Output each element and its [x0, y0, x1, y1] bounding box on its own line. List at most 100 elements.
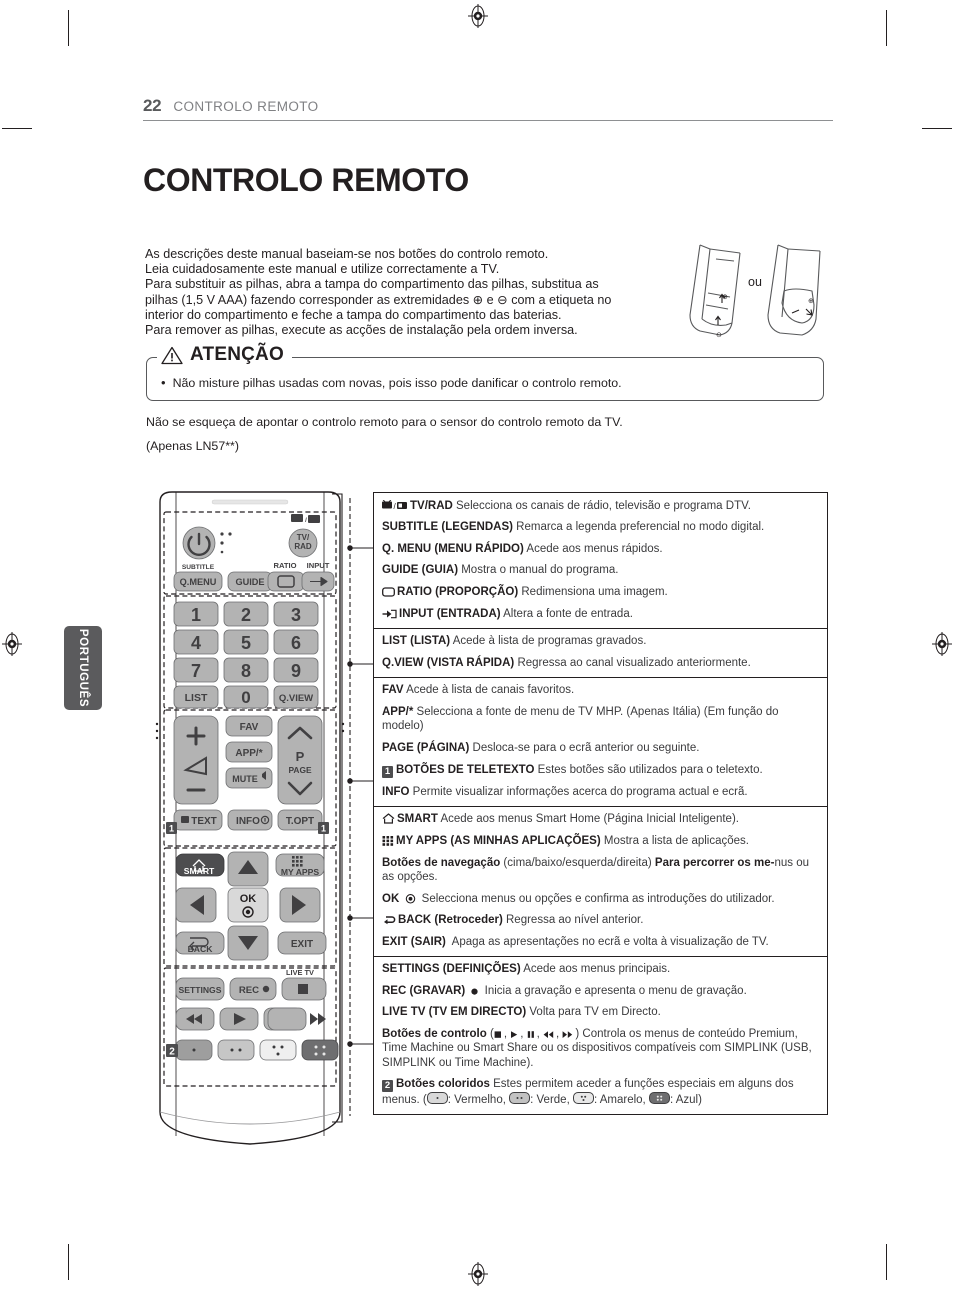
caution-legend: ATENÇÃO — [157, 342, 292, 368]
desc-row-exit: EXIT (SAIR) Apaga as apresentações no ec… — [382, 935, 769, 948]
fast-forward-icon — [562, 1030, 573, 1039]
grid-icon — [382, 835, 394, 846]
callout-connectors — [330, 488, 376, 1128]
svg-text:1: 1 — [321, 824, 326, 834]
desc-row-page: PAGE (PÁGINA) Desloca-se para o ecrã ant… — [382, 741, 700, 754]
caution-text: Não misture pilhas usadas com novas, poi… — [172, 376, 622, 390]
desc-row-input: INPUT (ENTRADA) Altera a fonte de entrad… — [374, 603, 827, 625]
crop-mark-top-left — [68, 10, 69, 46]
svg-text:Q.VIEW: Q.VIEW — [279, 693, 313, 704]
input-icon — [382, 609, 397, 619]
battery-or-label: ou — [748, 275, 762, 289]
language-tab-label: PORTUGUÊS — [77, 628, 89, 708]
running-head-title: CONTROLO REMOTO — [173, 99, 319, 114]
tv-radio-icon: / — [382, 499, 408, 511]
intro-line-5: interior do compartimento e feche a tamp… — [145, 307, 562, 322]
page-header: 22 CONTROLO REMOTO — [143, 96, 833, 121]
svg-text:SMART: SMART — [184, 866, 215, 876]
desc-row-ratio: RATIO (PROPORÇÃO) Redimensiona uma image… — [374, 581, 827, 603]
desc-section-2: LIST (LISTA) Acede à lista de programas … — [374, 629, 827, 678]
svg-text:1: 1 — [169, 824, 174, 834]
rewind-icon — [543, 1030, 554, 1039]
svg-text:2: 2 — [169, 1047, 175, 1058]
desc-section-1: / TV/RAD Selecciona os canais de rádio, … — [374, 493, 827, 629]
svg-text:T.OPT: T.OPT — [286, 816, 314, 827]
svg-text:⊕: ⊕ — [808, 298, 814, 305]
intro-line-1: As descrições deste manual baseiam-se no… — [145, 247, 549, 261]
svg-text:RATIO: RATIO — [273, 561, 296, 570]
svg-text:INPUT: INPUT — [307, 561, 330, 570]
intro-line-4: pilhas (1,5 V AAA) fazendo corresponder … — [145, 292, 612, 307]
record-dot-icon — [470, 986, 479, 996]
crop-mark-bottom-left — [68, 1244, 69, 1280]
crop-mark-right-upper — [922, 128, 952, 129]
pause-icon — [527, 1030, 535, 1039]
svg-text:BACK: BACK — [188, 944, 214, 954]
desc-row-colored-buttons: 2 Botões coloridos Estes permitem aceder … — [382, 1078, 794, 1107]
svg-text:/: / — [394, 502, 397, 511]
svg-text:GUIDE: GUIDE — [235, 577, 264, 587]
desc-section-5: SETTINGS (DEFINIÇÕES) Acede aos menus pr… — [374, 957, 827, 1115]
svg-text:P: P — [296, 749, 305, 764]
desc-row-settings: SETTINGS (DEFINIÇÕES) Acede aos menus pr… — [382, 963, 671, 976]
svg-text:TV/: TV/ — [297, 533, 310, 542]
desc-row-rec: REC (GRAVAR) Inicia a gravação e apresen… — [382, 984, 747, 997]
desc-row-q-menu: Q. MENU (MENU RÁPIDO) Acede aos menus rá… — [382, 542, 663, 555]
button-description-table: / TV/RAD Selecciona os canais de rádio, … — [373, 492, 828, 1116]
svg-text:8: 8 — [241, 661, 251, 681]
desc-row-subtitle: SUBTITLE (LEGENDAS) Remarca a legenda pr… — [382, 521, 765, 534]
svg-text:2: 2 — [241, 605, 251, 625]
desc-row-navigation: Botões de navegação (cima/baixo/esquerda… — [382, 856, 809, 883]
intro-line-3: Para substituir as pilhas, abra a tampa … — [145, 277, 599, 292]
desc-section-3: FAV Acede à lista de canais favoritos. A… — [374, 678, 827, 807]
home-icon — [382, 813, 395, 824]
svg-text:APP/*: APP/* — [235, 748, 262, 759]
badge-1-icon: 1 — [382, 765, 393, 778]
registration-mark-left — [2, 632, 22, 656]
remote-control-illustration: .btn { fill:#b3b3b3; stroke:#6d6e70; str… — [152, 488, 352, 1148]
intro-line-6: Para remover as pilhas, execute as acçõe… — [145, 323, 578, 338]
blue-button-swatch — [648, 1092, 670, 1105]
desc-row-guide: GUIDE (GUIA) Mostra o manual do programa… — [382, 564, 619, 577]
ok-dot-icon — [405, 893, 416, 904]
svg-text:Q.MENU: Q.MENU — [180, 577, 217, 587]
desc-row-smart: SMART Acede aos menus Smart Home (Página… — [374, 809, 827, 831]
svg-text:4: 4 — [191, 633, 201, 653]
battery-cover-illustration: ⊕ ⊖ ⊕ — [686, 243, 834, 343]
crop-mark-left-upper — [2, 128, 32, 129]
desc-row-control-buttons: Botões de controlo (, , , , ) Controla o… — [382, 1028, 812, 1069]
page-number: 22 — [143, 96, 162, 115]
desc-section-4: SMART Acede aos menus Smart Home (Página… — [374, 807, 827, 957]
ratio-icon — [382, 587, 395, 597]
language-tab-portugues: PORTUGUÊS — [64, 626, 102, 710]
red-button-swatch — [426, 1092, 448, 1105]
svg-text:9: 9 — [291, 661, 301, 681]
svg-text:3: 3 — [291, 605, 301, 625]
svg-text:PAGE: PAGE — [288, 765, 312, 775]
desc-row-my-apps: MY APPS (AS MINHAS APLICAÇÕES) Mostra a … — [374, 830, 827, 852]
svg-text:MUTE: MUTE — [232, 774, 258, 784]
crop-mark-bottom-right — [886, 1244, 887, 1280]
svg-text:5: 5 — [241, 633, 251, 653]
svg-text:EXIT: EXIT — [291, 939, 313, 950]
caution-title: ATENÇÃO — [190, 344, 284, 365]
desc-row-info: INFO Permite visualizar informações acer… — [382, 785, 748, 798]
stop-icon — [494, 1030, 502, 1039]
registration-mark-bottom — [468, 1262, 488, 1286]
registration-mark-right — [932, 632, 952, 656]
svg-text:7: 7 — [191, 661, 201, 681]
desc-row-list: LIST (LISTA) Acede à lista de programas … — [382, 635, 647, 648]
svg-text:LIVE TV: LIVE TV — [286, 968, 314, 977]
page-title: CONTROLO REMOTO — [143, 162, 469, 198]
badge-2-icon: 2 — [382, 1080, 393, 1093]
svg-text:RAD: RAD — [294, 542, 312, 551]
play-icon — [510, 1030, 518, 1039]
svg-text:REC: REC — [239, 985, 259, 996]
model-note: (Apenas LN57**) — [146, 439, 239, 453]
svg-text:6: 6 — [291, 633, 301, 653]
yellow-button-swatch — [572, 1092, 594, 1105]
back-arrow-icon — [382, 914, 396, 925]
sensor-note: Não se esqueça de apontar o controlo rem… — [146, 415, 623, 429]
desc-row-live-tv: LIVE TV (TV EM DIRECTO) Volta para TV em… — [382, 1006, 661, 1019]
registration-mark-top — [468, 4, 488, 28]
